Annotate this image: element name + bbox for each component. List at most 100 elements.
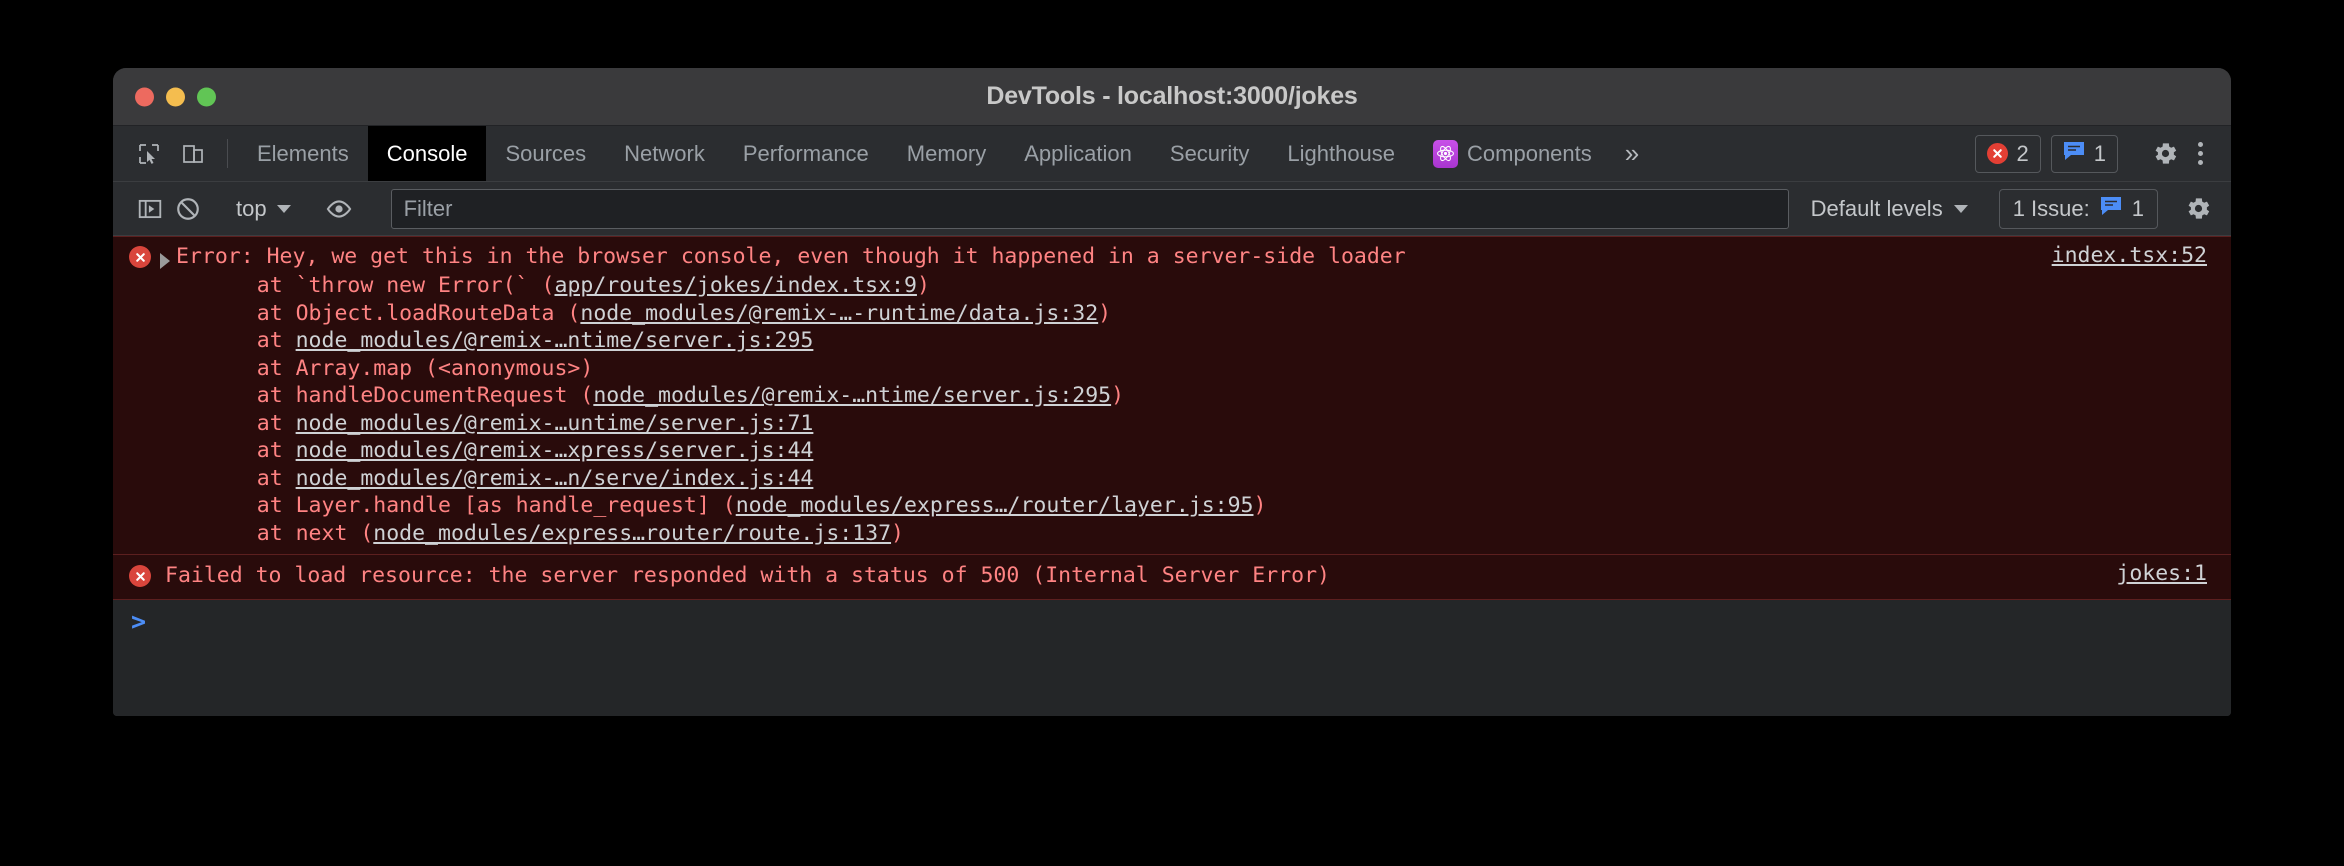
- message-source-link[interactable]: jokes:1: [2116, 561, 2207, 586]
- error-count-badge[interactable]: 2: [1974, 134, 2041, 173]
- title-bar: DevTools - localhost:3000/jokes: [113, 68, 2231, 126]
- stack-frame-link[interactable]: node_modules/@remix-…xpress/server.js:44: [296, 438, 814, 463]
- error-circle-icon: [129, 246, 151, 268]
- stack-frame-text: at next (: [205, 520, 374, 546]
- message-text: Failed to load resource: the server resp…: [165, 563, 1330, 588]
- stack-frame-link[interactable]: node_modules/express…router/route.js:137: [373, 521, 891, 546]
- stack-trace-line: at node_modules/@remix-…n/serve/index.js…: [205, 465, 2231, 493]
- tab-elements[interactable]: Elements: [238, 126, 368, 181]
- stack-frame-text: at handleDocumentRequest (: [205, 383, 594, 408]
- stack-frame-text: at: [205, 465, 296, 491]
- inspect-element-icon[interactable]: [131, 136, 167, 172]
- log-levels-selector[interactable]: Default levels: [1801, 196, 1978, 222]
- tab-bar-right-controls: 2 1: [1965, 126, 2232, 181]
- tab-bar-divider: [227, 139, 228, 168]
- message-source-link[interactable]: index.tsx:52: [2052, 243, 2207, 268]
- issues-badge[interactable]: 1 Issue: 1: [1998, 188, 2158, 229]
- message-bubble-icon: [2100, 196, 2122, 222]
- stack-frame-link[interactable]: node_modules/@remix-…-runtime/data.js:32: [580, 301, 1098, 326]
- tab-lighthouse[interactable]: Lighthouse: [1268, 126, 1414, 181]
- message-text: Error: Hey, we get this in the browser c…: [176, 244, 1406, 269]
- stack-frame-text: ): [1098, 300, 1112, 326]
- expand-triangle-icon[interactable]: [160, 253, 170, 269]
- device-toolbar-icon[interactable]: [175, 136, 211, 172]
- prompt-caret-icon: >: [131, 606, 147, 636]
- close-window-button[interactable]: [135, 87, 154, 106]
- tab-label: Security: [1169, 140, 1250, 166]
- stack-trace-line: at node_modules/@remix-…xpress/server.js…: [205, 437, 2231, 465]
- stack-trace-line: at next (node_modules/express…router/rou…: [205, 520, 2231, 548]
- devtools-tab-bar: Elements Console Sources Network Perform…: [113, 126, 2231, 182]
- gear-icon[interactable]: [2147, 136, 2183, 172]
- maximize-window-button[interactable]: [197, 87, 216, 106]
- stack-frame-text: ): [916, 273, 930, 298]
- tab-performance[interactable]: Performance: [724, 126, 888, 181]
- tab-components[interactable]: Components: [1414, 126, 1611, 181]
- console-prompt-row[interactable]: >: [113, 600, 2231, 642]
- info-count-badge[interactable]: 1: [2050, 134, 2118, 173]
- tab-label: Memory: [906, 140, 987, 166]
- stack-trace-line: at node_modules/@remix-…ntime/server.js:…: [205, 327, 2231, 355]
- log-levels-label: Default levels: [1810, 195, 1943, 221]
- chevron-down-icon: [276, 204, 291, 213]
- stack-frame-link[interactable]: node_modules/@remix-…untime/server.js:71: [296, 411, 814, 436]
- devtools-window: DevTools - localhost:3000/jokes Elements…: [113, 68, 2231, 716]
- traffic-lights: [135, 87, 216, 106]
- console-message-error[interactable]: jokes:1 Failed to load resource: the ser…: [113, 555, 2231, 600]
- stack-frame-link[interactable]: app/routes/jokes/index.tsx:9: [555, 273, 917, 298]
- more-tabs-button[interactable]: »: [1611, 126, 1653, 181]
- message-header: Error: Hey, we get this in the browser c…: [113, 242, 2231, 272]
- stack-frame-link[interactable]: node_modules/express…/router/layer.js:95: [736, 493, 1254, 518]
- stack-trace-line: at Array.map (<anonymous>): [205, 355, 2231, 383]
- tab-security[interactable]: Security: [1151, 126, 1268, 181]
- kebab-menu-icon[interactable]: [2183, 136, 2217, 172]
- stack-trace-line: at Layer.handle [as handle_request] (nod…: [205, 492, 2231, 520]
- stack-frame-text: at: [205, 438, 296, 463]
- tab-label: Sources: [505, 140, 587, 166]
- tab-console[interactable]: Console: [367, 126, 487, 181]
- tab-bar-left-icons: [113, 126, 217, 181]
- window-title: DevTools - localhost:3000/jokes: [986, 82, 1358, 110]
- stack-frame-text: at `throw new Error(` (: [205, 273, 555, 298]
- tab-label: Console: [386, 140, 468, 166]
- live-expression-icon[interactable]: [320, 190, 358, 228]
- stack-frame-text: ): [1111, 383, 1125, 408]
- minimize-window-button[interactable]: [166, 87, 185, 106]
- stack-frame-text: ): [1253, 493, 1267, 518]
- console-message-list[interactable]: index.tsx:52 Error: Hey, we get this in …: [113, 236, 2231, 716]
- tab-list: Elements Console Sources Network Perform…: [238, 126, 1965, 181]
- tab-memory[interactable]: Memory: [888, 126, 1005, 181]
- stack-frame-text: at: [205, 328, 296, 353]
- error-circle-icon: [1986, 143, 2008, 164]
- console-message-error[interactable]: index.tsx:52 Error: Hey, we get this in …: [113, 236, 2231, 555]
- execution-context-label: top: [236, 195, 267, 221]
- tab-application[interactable]: Application: [1005, 126, 1151, 181]
- message-header: Failed to load resource: the server resp…: [113, 560, 2231, 592]
- stack-frame-link[interactable]: node_modules/@remix-…ntime/server.js:295: [296, 328, 814, 353]
- message-bubble-icon: [2063, 141, 2085, 167]
- console-sidebar-icon[interactable]: [131, 190, 169, 228]
- execution-context-selector[interactable]: top: [228, 196, 299, 222]
- filter-input[interactable]: [390, 188, 1789, 229]
- stack-frame-text: at: [205, 410, 296, 436]
- stack-frame-text: at Layer.handle [as handle_request] (: [205, 493, 736, 518]
- tab-label: Application: [1024, 140, 1132, 166]
- tab-sources[interactable]: Sources: [486, 126, 605, 181]
- stack-frame-link[interactable]: node_modules/@remix-…n/serve/index.js:44: [296, 466, 814, 491]
- clear-console-icon[interactable]: [169, 190, 207, 228]
- stack-frame-text: ): [891, 520, 904, 546]
- stack-trace-line: at `throw new Error(` (app/routes/jokes/…: [205, 272, 2231, 300]
- console-filter-bar: top Default levels 1 Issue: 1: [113, 182, 2231, 236]
- stack-frame-link[interactable]: node_modules/@remix-…ntime/server.js:295: [593, 383, 1111, 408]
- tab-label: Lighthouse: [1287, 140, 1396, 166]
- gear-icon[interactable]: [2179, 190, 2217, 228]
- stack-trace-line: at Object.loadRouteData (node_modules/@r…: [205, 300, 2231, 328]
- stack-frame-text: at Array.map (<anonymous>): [205, 355, 594, 381]
- issues-count: 1: [2131, 195, 2144, 221]
- error-circle-icon: [129, 565, 151, 587]
- tab-network[interactable]: Network: [605, 126, 724, 181]
- react-icon: [1433, 139, 1459, 168]
- tab-label: Performance: [742, 140, 869, 166]
- issues-label: 1 Issue:: [2012, 195, 2090, 221]
- stack-trace: at `throw new Error(` (app/routes/jokes/…: [113, 272, 2231, 547]
